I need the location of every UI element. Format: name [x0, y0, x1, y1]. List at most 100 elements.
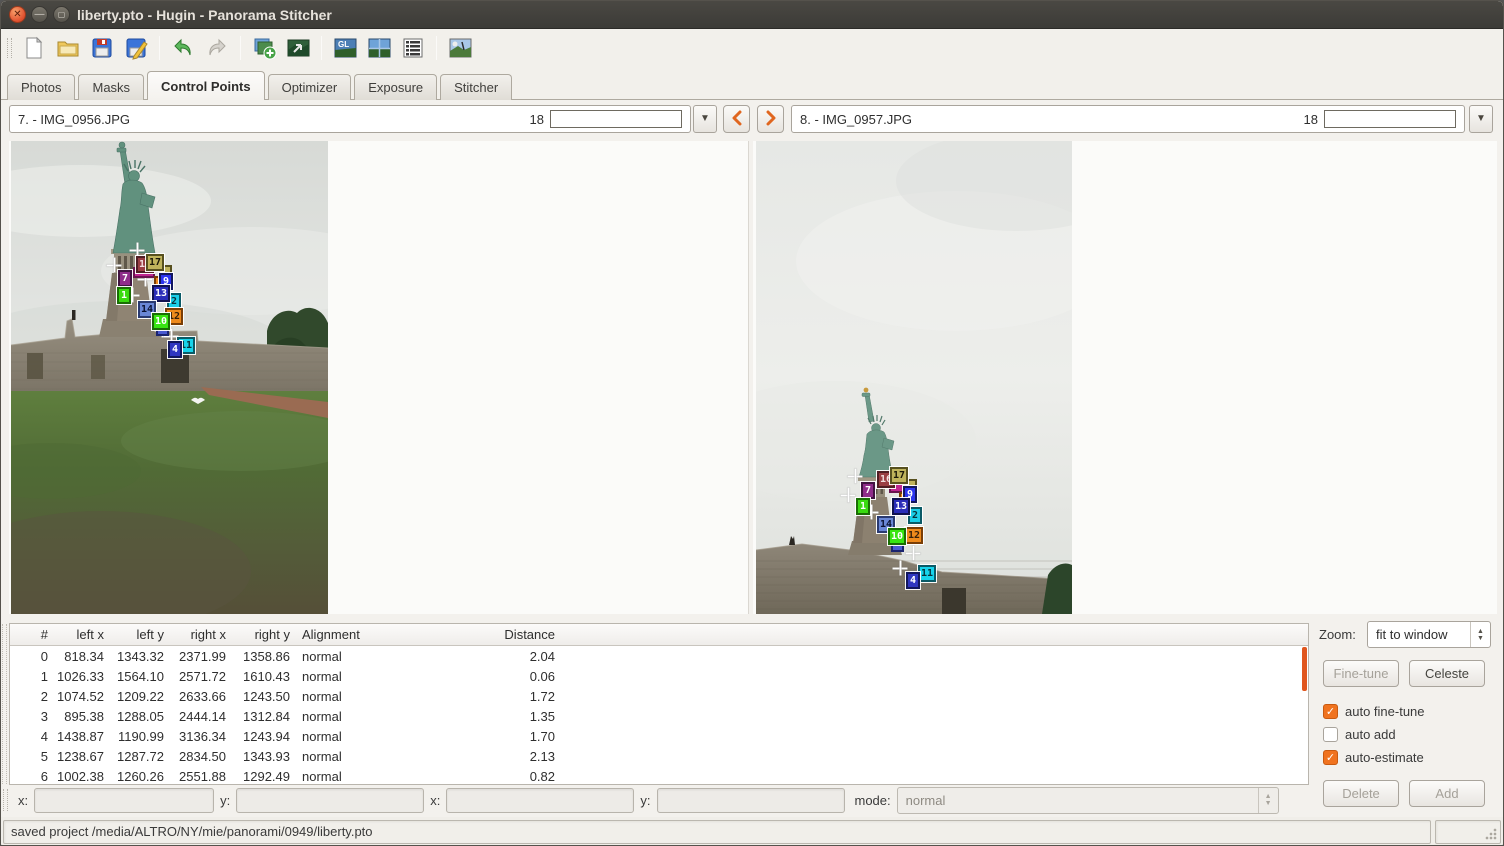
- control-point-marker[interactable]: 4: [906, 572, 920, 589]
- right-image-selector[interactable]: 8. - IMG_0957.JPG 18: [791, 105, 1465, 133]
- new-project-button[interactable]: [19, 33, 49, 63]
- control-point-marker[interactable]: 10: [888, 528, 906, 545]
- checked-checkbox-icon[interactable]: ✓: [1323, 750, 1338, 765]
- zoom-select[interactable]: fit to window ▲▼: [1367, 621, 1491, 648]
- table-grip[interactable]: [2, 624, 7, 784]
- control-point-marker[interactable]: 13: [892, 498, 910, 515]
- redo-icon: [205, 36, 229, 60]
- table-cell: 3136.34: [164, 729, 226, 744]
- table-row[interactable]: 11026.331564.102571.721610.43normal0.06: [10, 666, 1308, 686]
- undo-button[interactable]: [168, 33, 198, 63]
- statue-of-liberty-photo-left: [11, 141, 328, 614]
- save-icon: [90, 36, 114, 60]
- tab-exposure[interactable]: Exposure: [354, 74, 437, 100]
- table-row[interactable]: 51238.671287.722834.501343.93normal2.13: [10, 746, 1308, 766]
- left-selector-dropdown-button[interactable]: ▼: [693, 105, 717, 133]
- right-selector-dropdown-button[interactable]: ▼: [1469, 105, 1493, 133]
- toolbar-grip[interactable]: [7, 38, 12, 58]
- delete-button[interactable]: Delete: [1323, 780, 1399, 807]
- control-point-marker[interactable]: 7: [118, 270, 132, 287]
- control-point-marker[interactable]: 13: [152, 285, 170, 302]
- status-bar: saved project /media/ALTRO/NY/mie/panora…: [1, 817, 1503, 846]
- next-image-pair-button[interactable]: [757, 105, 784, 133]
- celeste-button[interactable]: Celeste: [1409, 660, 1485, 687]
- gl-preview-button[interactable]: GL: [330, 33, 360, 63]
- coord-bar-grip[interactable]: [3, 789, 8, 811]
- table-cell: normal: [290, 669, 440, 684]
- table-row[interactable]: 0818.341343.322371.991358.86normal2.04: [10, 646, 1308, 666]
- table-row[interactable]: 21074.521209.222633.661243.50normal1.72: [10, 686, 1308, 706]
- maximize-button[interactable]: ▢: [53, 6, 70, 23]
- column-header[interactable]: left x: [48, 627, 104, 642]
- control-point-marker[interactable]: 10: [152, 313, 170, 330]
- column-header[interactable]: #: [10, 627, 48, 642]
- fine-tune-button[interactable]: Fine-tune: [1323, 660, 1399, 687]
- preview-panorama-button[interactable]: [364, 33, 394, 63]
- mode-select[interactable]: normal ▲▼: [897, 787, 1279, 814]
- titlebar: ✕ — ▢ liberty.pto - Hugin - Panorama Sti…: [1, 1, 1503, 29]
- close-button[interactable]: ✕: [9, 6, 26, 23]
- toolbar-separator: [240, 36, 241, 60]
- status-message-pane: saved project /media/ALTRO/NY/mie/panora…: [3, 820, 1431, 844]
- add-time-series-button[interactable]: [283, 33, 313, 63]
- control-point-marker[interactable]: 12: [905, 527, 923, 544]
- control-point-marker[interactable]: 4: [168, 341, 182, 358]
- right-photo[interactable]: 1617971213141210114: [756, 141, 1072, 614]
- table-cell: 1343.32: [104, 649, 164, 664]
- control-point-marker[interactable]: 1: [117, 287, 131, 304]
- table-cell: 6: [10, 769, 48, 784]
- celeste-button-toolbar[interactable]: [445, 33, 475, 63]
- redo-button[interactable]: [202, 33, 232, 63]
- tab-masks[interactable]: Masks: [78, 74, 144, 100]
- spinner-arrows-icon[interactable]: ▲▼: [1470, 622, 1490, 647]
- tab-control-points[interactable]: Control Points: [147, 71, 265, 100]
- tab-photos[interactable]: Photos: [7, 74, 75, 100]
- add-button[interactable]: Add: [1409, 780, 1485, 807]
- table-scrollbar[interactable]: [1302, 647, 1307, 691]
- add-images-button[interactable]: [249, 33, 279, 63]
- table-row[interactable]: 41438.871190.993136.341243.94normal1.70: [10, 726, 1308, 746]
- table-cell: 2571.72: [164, 669, 226, 684]
- control-point-marker[interactable]: 17: [146, 254, 164, 271]
- tab-stitcher[interactable]: Stitcher: [440, 74, 512, 100]
- column-header[interactable]: Distance: [440, 627, 555, 642]
- resize-grip-icon[interactable]: [1485, 828, 1497, 840]
- left-x-input[interactable]: [34, 788, 214, 813]
- table-cell: 1288.05: [104, 709, 164, 724]
- right-cp-progress: [1324, 110, 1456, 128]
- save-as-button[interactable]: [121, 33, 151, 63]
- open-project-button[interactable]: [53, 33, 83, 63]
- checkbox-auto-add[interactable]: auto add: [1323, 723, 1425, 746]
- right-y-input[interactable]: [657, 788, 845, 813]
- previous-image-pair-button[interactable]: [723, 105, 750, 133]
- table-cell: 1343.93: [226, 749, 290, 764]
- left-y-input[interactable]: [236, 788, 424, 813]
- right-cp-count: 18: [1304, 112, 1318, 127]
- column-header[interactable]: right y: [226, 627, 290, 642]
- column-header[interactable]: left y: [104, 627, 164, 642]
- table-row[interactable]: 3895.381288.052444.141312.84normal1.35: [10, 706, 1308, 726]
- column-header[interactable]: Alignment: [290, 627, 440, 642]
- checked-checkbox-icon[interactable]: ✓: [1323, 704, 1338, 719]
- checkbox-auto-fine-tune[interactable]: ✓auto fine-tune: [1323, 700, 1425, 723]
- table-cell: 1312.84: [226, 709, 290, 724]
- checkbox-auto-estimate[interactable]: ✓auto-estimate: [1323, 746, 1425, 769]
- alignment-cross-icon: [906, 546, 921, 561]
- unchecked-checkbox-icon[interactable]: [1323, 727, 1338, 742]
- control-point-marker[interactable]: 11: [918, 565, 936, 582]
- control-point-marker[interactable]: 1: [856, 498, 870, 515]
- column-header[interactable]: right x: [164, 627, 226, 642]
- right-x-input[interactable]: [446, 788, 634, 813]
- tab-optimizer[interactable]: Optimizer: [268, 74, 352, 100]
- control-point-table-button[interactable]: [398, 33, 428, 63]
- table-cell: 1190.99: [104, 729, 164, 744]
- control-point-marker[interactable]: 17: [890, 467, 908, 484]
- left-photo[interactable]: 1617971213141210114: [11, 141, 328, 614]
- control-point-marker[interactable]: 7: [861, 482, 875, 499]
- auto-options: ✓auto fine-tuneauto add✓auto-estimate: [1323, 700, 1425, 769]
- control-point-marker[interactable]: 2: [908, 507, 922, 524]
- table-cell: 2.04: [440, 649, 555, 664]
- left-image-selector[interactable]: 7. - IMG_0956.JPG 18: [9, 105, 691, 133]
- save-project-button[interactable]: [87, 33, 117, 63]
- minimize-button[interactable]: —: [31, 6, 48, 23]
